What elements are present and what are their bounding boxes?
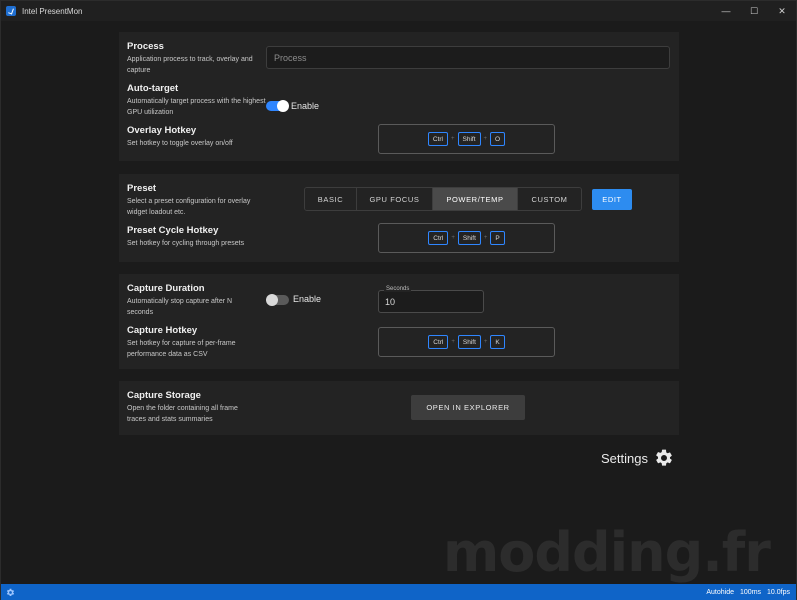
window-title: Intel PresentMon	[22, 6, 83, 16]
hotkey-key: Ctrl	[428, 335, 449, 349]
auto-target-title: Auto-target	[127, 83, 179, 94]
plus-separator: +	[483, 235, 488, 241]
plus-separator: +	[451, 235, 455, 241]
capture-duration-toggle[interactable]	[266, 294, 289, 306]
process-input[interactable]	[274, 52, 669, 63]
capture-seconds-field[interactable]: Seconds 10	[378, 286, 484, 313]
title-bar: Intel PresentMon — ☐ ✕	[1, 1, 796, 21]
watermark-logo: modding.fr	[443, 521, 771, 584]
hotkey-key: Ctrl	[428, 231, 449, 245]
minimize-button[interactable]: —	[712, 1, 740, 21]
capture-hotkey-title: Capture Hotkey	[127, 325, 198, 336]
preset-option-basic[interactable]: BASIC	[305, 188, 357, 210]
hotkey-key: Shift	[457, 132, 481, 146]
preset-title: Preset	[127, 183, 157, 194]
preset-cycle-hotkey-field[interactable]: Ctrl + Shift + P	[378, 223, 555, 253]
preset-selector: BASIC GPU FOCUS POWER/TEMP CUSTOM	[304, 187, 582, 211]
autohide-status[interactable]: Autohide	[706, 589, 734, 596]
hotkey-key: P	[490, 231, 505, 245]
plus-separator: +	[483, 339, 488, 345]
preset-cycle-hotkey-description: Set hotkey for cycling through presets	[127, 240, 245, 247]
process-description: Application process to track, overlay an…	[127, 56, 253, 74]
settings-button[interactable]: Settings	[601, 448, 674, 468]
preset-panel: Preset Select a preset configuration for…	[119, 174, 679, 262]
auto-target-toggle[interactable]	[266, 100, 289, 112]
process-title: Process	[127, 41, 164, 52]
hotkey-key: O	[490, 132, 506, 146]
hotkey-key: Shift	[457, 335, 481, 349]
gear-icon	[656, 449, 672, 466]
gear-icon[interactable]	[6, 588, 15, 597]
app-window: Intel PresentMon — ☐ ✕ Process Applicati…	[0, 0, 797, 600]
window-controls: — ☐ ✕	[712, 1, 796, 21]
maximize-button[interactable]: ☐	[740, 1, 768, 21]
preset-option-power-temp[interactable]: POWER/TEMP	[433, 188, 518, 210]
capture-panel: Capture Duration Automatically stop capt…	[119, 274, 679, 369]
capture-seconds-value: 10	[385, 297, 396, 307]
plus-separator: +	[483, 136, 488, 142]
auto-target-toggle-label: Enable	[291, 101, 320, 111]
close-button[interactable]: ✕	[768, 1, 796, 21]
settings-label: Settings	[601, 450, 648, 466]
hotkey-key: K	[490, 335, 505, 349]
preset-cycle-hotkey-title: Preset Cycle Hotkey	[127, 225, 219, 236]
auto-target-description: Automatically target process with the hi…	[127, 98, 266, 116]
status-indicators: Autohide 100ms 10.0fps	[706, 589, 790, 596]
capture-duration-description: Automatically stop capture after N secon…	[127, 298, 233, 316]
preset-description: Select a preset configuration for overla…	[127, 198, 251, 216]
capture-storage-description: Open the folder containing all frame tra…	[127, 405, 238, 423]
capture-seconds-legend: Seconds	[384, 286, 412, 292]
overlay-hotkey-description: Set hotkey to toggle overlay on/off	[127, 140, 233, 147]
fps-status: 10.0fps	[767, 589, 790, 596]
plus-separator: +	[451, 136, 455, 142]
app-logo-icon	[6, 6, 16, 16]
overlay-hotkey-field[interactable]: Ctrl + Shift + O	[378, 124, 555, 154]
hotkey-key: Shift	[457, 231, 481, 245]
capture-storage-panel: Capture Storage Open the folder containi…	[119, 381, 679, 435]
status-bar: Autohide 100ms 10.0fps	[1, 584, 796, 600]
edit-preset-button[interactable]: EDIT	[592, 189, 632, 210]
capture-hotkey-field[interactable]: Ctrl + Shift + K	[378, 327, 555, 357]
preset-option-gpu-focus[interactable]: GPU FOCUS	[357, 188, 433, 210]
overlay-hotkey-title: Overlay Hotkey	[127, 125, 197, 136]
capture-duration-title: Capture Duration	[127, 283, 205, 294]
capture-storage-title: Capture Storage	[127, 390, 201, 401]
process-input-container	[266, 46, 670, 69]
plus-separator: +	[451, 339, 455, 345]
toggle-knob	[266, 294, 278, 306]
preset-option-custom[interactable]: CUSTOM	[518, 188, 581, 210]
toggle-knob	[277, 100, 289, 112]
hotkey-key: Ctrl	[427, 132, 448, 146]
capture-duration-toggle-label: Enable	[293, 294, 322, 304]
capture-hotkey-description: Set hotkey for capture of per-frame perf…	[127, 340, 236, 358]
process-panel: Process Application process to track, ov…	[119, 32, 679, 161]
open-in-explorer-button[interactable]: OPEN IN EXPLORER	[411, 395, 525, 420]
interval-status: 100ms	[740, 589, 762, 596]
